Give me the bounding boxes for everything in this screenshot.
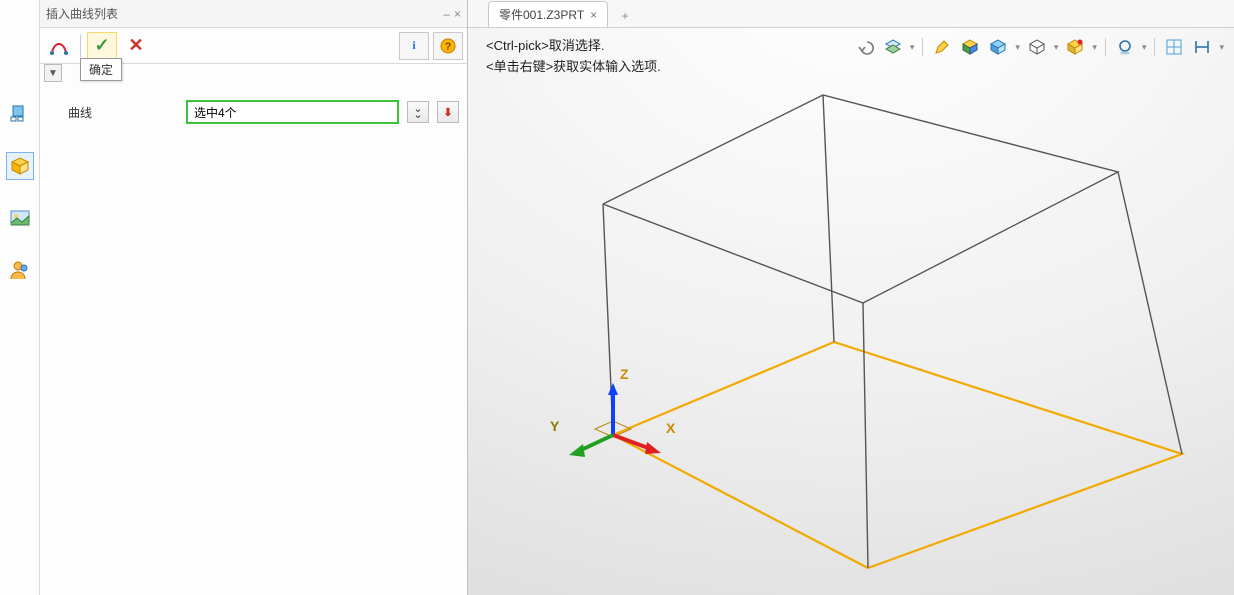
hint-line-1: <Ctrl-pick>取消选择. [486, 36, 661, 57]
strip-part-icon[interactable] [6, 152, 34, 180]
axis-label-y: Y [550, 418, 559, 434]
view-measure-button[interactable] [1191, 36, 1213, 58]
section-collapse-toggle[interactable]: ▼ [44, 64, 62, 82]
selection-expand-button[interactable]: ⌄⌄ [407, 101, 429, 123]
panel-title-text: 插入曲线列表 [46, 0, 118, 28]
cross-icon: ✕ [128, 35, 143, 56]
panel-minimize-icon[interactable]: – [443, 0, 450, 28]
panel-toolbar: ✓ ✕ i ? 确定 [40, 28, 467, 64]
curve-field-label: 曲线 [68, 104, 178, 121]
view-grid-button[interactable] [1163, 36, 1185, 58]
panel-close-icon[interactable]: × [454, 0, 461, 28]
curve-tool-icon[interactable] [44, 32, 74, 60]
info-icon: i [412, 38, 415, 53]
selection-pick-button[interactable]: ⬇ [437, 101, 459, 123]
curve-selection-row: 曲线 ⌄⌄ ⬇ [40, 94, 467, 130]
help-button[interactable]: ? [433, 32, 463, 60]
insert-curve-panel: 插入曲线列表 – × ✓ ✕ i ? 确定 ▼ [40, 0, 468, 595]
hint-line-2: <单击右键>获取实体输入选项. [486, 57, 661, 78]
svg-text:?: ? [445, 41, 452, 53]
scene-svg [468, 28, 1234, 595]
document-tabs: 零件001.Z3PRT × + [468, 0, 1234, 28]
undo-button[interactable] [854, 36, 876, 58]
ok-tooltip: 确定 [80, 58, 122, 81]
strip-image-icon[interactable] [6, 204, 34, 232]
layers-button[interactable] [882, 36, 904, 58]
double-chevron-down-icon: ⌄⌄ [413, 106, 422, 118]
viewport-hints: <Ctrl-pick>取消选择. <单击右键>获取实体输入选项. [486, 36, 661, 78]
curve-selection-input[interactable] [186, 100, 399, 124]
ok-button[interactable]: ✓ [87, 32, 117, 60]
viewport-3d[interactable]: Z Y X [468, 28, 1234, 595]
chevron-down-icon: ▼ [48, 68, 58, 79]
main-area: 零件001.Z3PRT × + [468, 0, 1234, 595]
axis-label-x: X [666, 420, 675, 436]
view-toolbar: ▾ ▾ ▾ ▾ ▾ ▾ [854, 36, 1224, 58]
plus-icon: + [622, 9, 629, 23]
left-icon-strip [0, 0, 40, 595]
tab-label: 零件001.Z3PRT [499, 6, 584, 23]
strip-model-tree-icon[interactable] [6, 100, 34, 128]
render-multi-button[interactable] [1064, 36, 1086, 58]
down-arrow-icon: ⬇ [443, 106, 452, 119]
info-button[interactable]: i [399, 32, 429, 60]
tab-add-button[interactable]: + [614, 5, 636, 27]
edit-button[interactable] [931, 36, 953, 58]
tab-close-icon[interactable]: × [590, 8, 597, 22]
check-icon: ✓ [94, 35, 109, 56]
render-wireframe-button[interactable] [1026, 36, 1048, 58]
axis-label-z: Z [620, 366, 629, 382]
panel-title-bar: 插入曲线列表 – × [40, 0, 467, 28]
strip-user-icon[interactable] [6, 256, 34, 284]
tab-part001[interactable]: 零件001.Z3PRT × [488, 1, 608, 27]
render-shaded-button[interactable] [987, 36, 1009, 58]
render-solid-button[interactable] [959, 36, 981, 58]
view-shadow-button[interactable] [1114, 36, 1136, 58]
cancel-button[interactable]: ✕ [121, 32, 151, 60]
